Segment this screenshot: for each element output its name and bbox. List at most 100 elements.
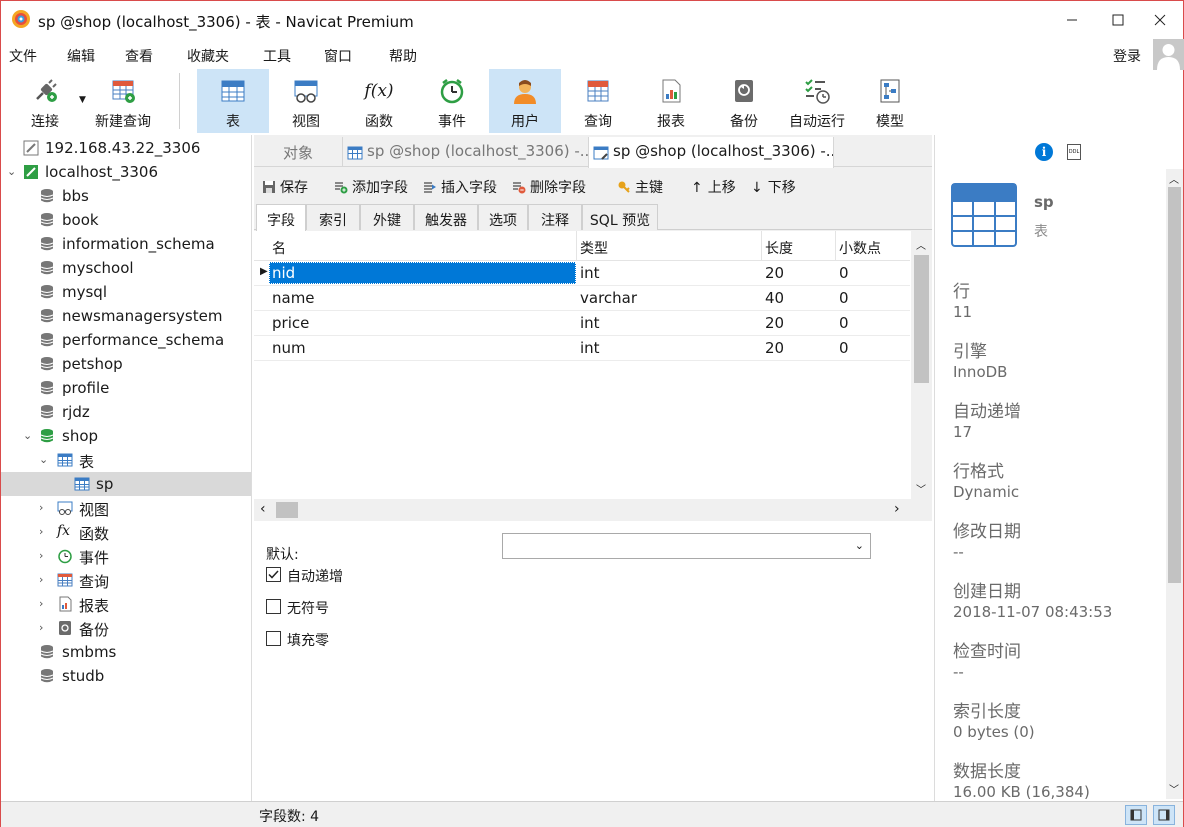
move-down-button[interactable]: ↓ 下移: [751, 177, 796, 197]
login-link[interactable]: 登录: [1113, 46, 1141, 66]
tree-item-localhost[interactable]: ⌄ localhost_3306: [1, 160, 251, 184]
subtab-options[interactable]: 选项: [478, 204, 528, 230]
cell-name[interactable]: nid: [272, 264, 295, 282]
chevron-right-icon[interactable]: ›: [39, 621, 51, 635]
cell-decimals[interactable]: 0: [839, 339, 849, 357]
toolbar-user-button[interactable]: 用户: [489, 69, 561, 133]
tree-item-bbs[interactable]: bbs: [1, 184, 251, 208]
table-row[interactable]: price int 20 0: [254, 311, 910, 336]
cell-length[interactable]: 20: [765, 314, 784, 332]
tab-sp-designer-2[interactable]: sp @shop (localhost_3306) -...: [588, 137, 834, 168]
toolbar-backup-button[interactable]: 备份: [708, 69, 780, 133]
tree-item-petshop[interactable]: petshop: [1, 352, 251, 376]
toolbar-view-button[interactable]: 视图: [270, 69, 342, 133]
minimize-button[interactable]: [1049, 1, 1095, 39]
subtab-indexes[interactable]: 索引: [306, 204, 360, 230]
save-button[interactable]: 保存: [262, 177, 308, 197]
cell-name[interactable]: price: [272, 314, 309, 332]
toolbar-new-query-button[interactable]: 新建查询: [87, 69, 159, 133]
tree-item-studb[interactable]: studb: [1, 664, 251, 688]
toolbar-event-button[interactable]: 事件: [416, 69, 488, 133]
maximize-button[interactable]: [1095, 1, 1141, 39]
tab-objects[interactable]: 对象: [254, 137, 342, 167]
toolbar-query-button[interactable]: 查询: [562, 69, 634, 133]
cell-type[interactable]: int: [580, 264, 600, 282]
toolbar-connect-button[interactable]: 连接: [9, 69, 81, 133]
grid-vertical-scrollbar[interactable]: ︿ ﹀: [911, 231, 932, 499]
tree-item-smbms[interactable]: smbms: [1, 640, 251, 664]
column-header-name[interactable]: 名: [272, 238, 286, 258]
subtab-foreign-keys[interactable]: 外键: [360, 204, 414, 230]
subtab-sql-preview[interactable]: SQL 预览: [582, 204, 658, 230]
chevron-right-icon[interactable]: ›: [39, 525, 51, 539]
avatar[interactable]: [1153, 39, 1184, 70]
tree-item-connection-1[interactable]: 192.168.43.22_3306: [1, 136, 251, 160]
close-button[interactable]: [1137, 1, 1183, 39]
scroll-right-icon[interactable]: ›: [894, 501, 900, 517]
info-icon[interactable]: i: [1035, 143, 1053, 161]
scrollbar-thumb[interactable]: [914, 255, 929, 383]
tree-item-mysql[interactable]: mysql: [1, 280, 251, 304]
table-row[interactable]: num int 20 0: [254, 336, 910, 361]
tree-item-myschool[interactable]: myschool: [1, 256, 251, 280]
subtab-fields[interactable]: 字段: [256, 204, 306, 231]
connect-dropdown-arrow-icon[interactable]: ▼: [79, 95, 86, 105]
cell-length[interactable]: 20: [765, 264, 784, 282]
tree-item-events[interactable]: › 事件: [1, 544, 251, 568]
tree-item-queries[interactable]: › 查询: [1, 568, 251, 592]
cell-editor-selected[interactable]: [269, 262, 576, 284]
grid-horizontal-scrollbar[interactable]: ‹ ›: [254, 499, 932, 521]
tree-item-functions[interactable]: › fx 函数: [1, 520, 251, 544]
insert-field-button[interactable]: 插入字段: [423, 177, 497, 197]
toolbar-function-button[interactable]: f(x) 函数: [343, 69, 415, 133]
info-scrollbar[interactable]: ︿ ﹀: [1166, 169, 1183, 799]
move-up-button[interactable]: ↑ 上移: [691, 177, 736, 197]
cell-name[interactable]: name: [272, 289, 315, 307]
cell-decimals[interactable]: 0: [839, 314, 849, 332]
tree-item-information-schema[interactable]: information_schema: [1, 232, 251, 256]
column-header-type[interactable]: 类型: [580, 238, 608, 258]
chevron-right-icon[interactable]: ›: [39, 501, 51, 515]
delete-field-button[interactable]: 删除字段: [512, 177, 586, 197]
add-field-button[interactable]: 添加字段: [334, 177, 408, 197]
tree-item-reports[interactable]: › 报表: [1, 592, 251, 616]
toolbar-schedule-button[interactable]: 自动运行: [781, 69, 853, 133]
unsigned-checkbox[interactable]: [266, 599, 281, 614]
ddl-icon[interactable]: DDL: [1067, 144, 1081, 160]
table-row[interactable]: name varchar 40 0: [254, 286, 910, 311]
menu-tools[interactable]: 工具: [263, 46, 291, 66]
primary-key-button[interactable]: 主键: [617, 177, 663, 197]
tree-item-performance-schema[interactable]: performance_schema: [1, 328, 251, 352]
toolbar-table-button[interactable]: 表: [197, 69, 269, 133]
menu-edit[interactable]: 编辑: [67, 46, 95, 66]
cell-type[interactable]: int: [580, 339, 600, 357]
cell-name[interactable]: num: [272, 339, 306, 357]
toggle-right-panel-button[interactable]: [1153, 805, 1175, 825]
scroll-up-icon[interactable]: ︿: [916, 237, 926, 252]
toolbar-model-button[interactable]: 模型: [854, 69, 926, 133]
cell-type[interactable]: int: [580, 314, 600, 332]
tree-item-backups[interactable]: › 备份: [1, 616, 251, 640]
cell-length[interactable]: 20: [765, 339, 784, 357]
column-header-length[interactable]: 长度: [765, 238, 793, 258]
menu-help[interactable]: 帮助: [389, 46, 417, 66]
chevron-right-icon[interactable]: ›: [39, 573, 51, 587]
auto-increment-checkbox[interactable]: [266, 567, 281, 582]
tab-sp-designer-1[interactable]: sp @shop (localhost_3306) -...: [342, 137, 588, 167]
menu-favorites[interactable]: 收藏夹: [187, 46, 229, 66]
cell-decimals[interactable]: 0: [839, 264, 849, 282]
default-value-select[interactable]: ⌄: [502, 533, 871, 559]
tree-item-profile[interactable]: profile: [1, 376, 251, 400]
scrollbar-thumb[interactable]: [1168, 187, 1181, 583]
table-row[interactable]: ▶ nid int 20 0: [254, 261, 910, 286]
menu-file[interactable]: 文件: [9, 46, 37, 66]
scroll-up-icon[interactable]: ︿: [1169, 171, 1179, 186]
tree-item-shop[interactable]: ⌄ shop: [1, 424, 251, 448]
tree-item-views[interactable]: › 视图: [1, 496, 251, 520]
chevron-down-icon[interactable]: ⌄: [23, 429, 35, 443]
tree-item-newsmanagersystem[interactable]: newsmanagersystem: [1, 304, 251, 328]
cell-type[interactable]: varchar: [580, 289, 637, 307]
scrollbar-thumb[interactable]: [276, 502, 298, 518]
chevron-down-icon[interactable]: ⌄: [39, 453, 51, 467]
subtab-triggers[interactable]: 触发器: [414, 204, 478, 230]
